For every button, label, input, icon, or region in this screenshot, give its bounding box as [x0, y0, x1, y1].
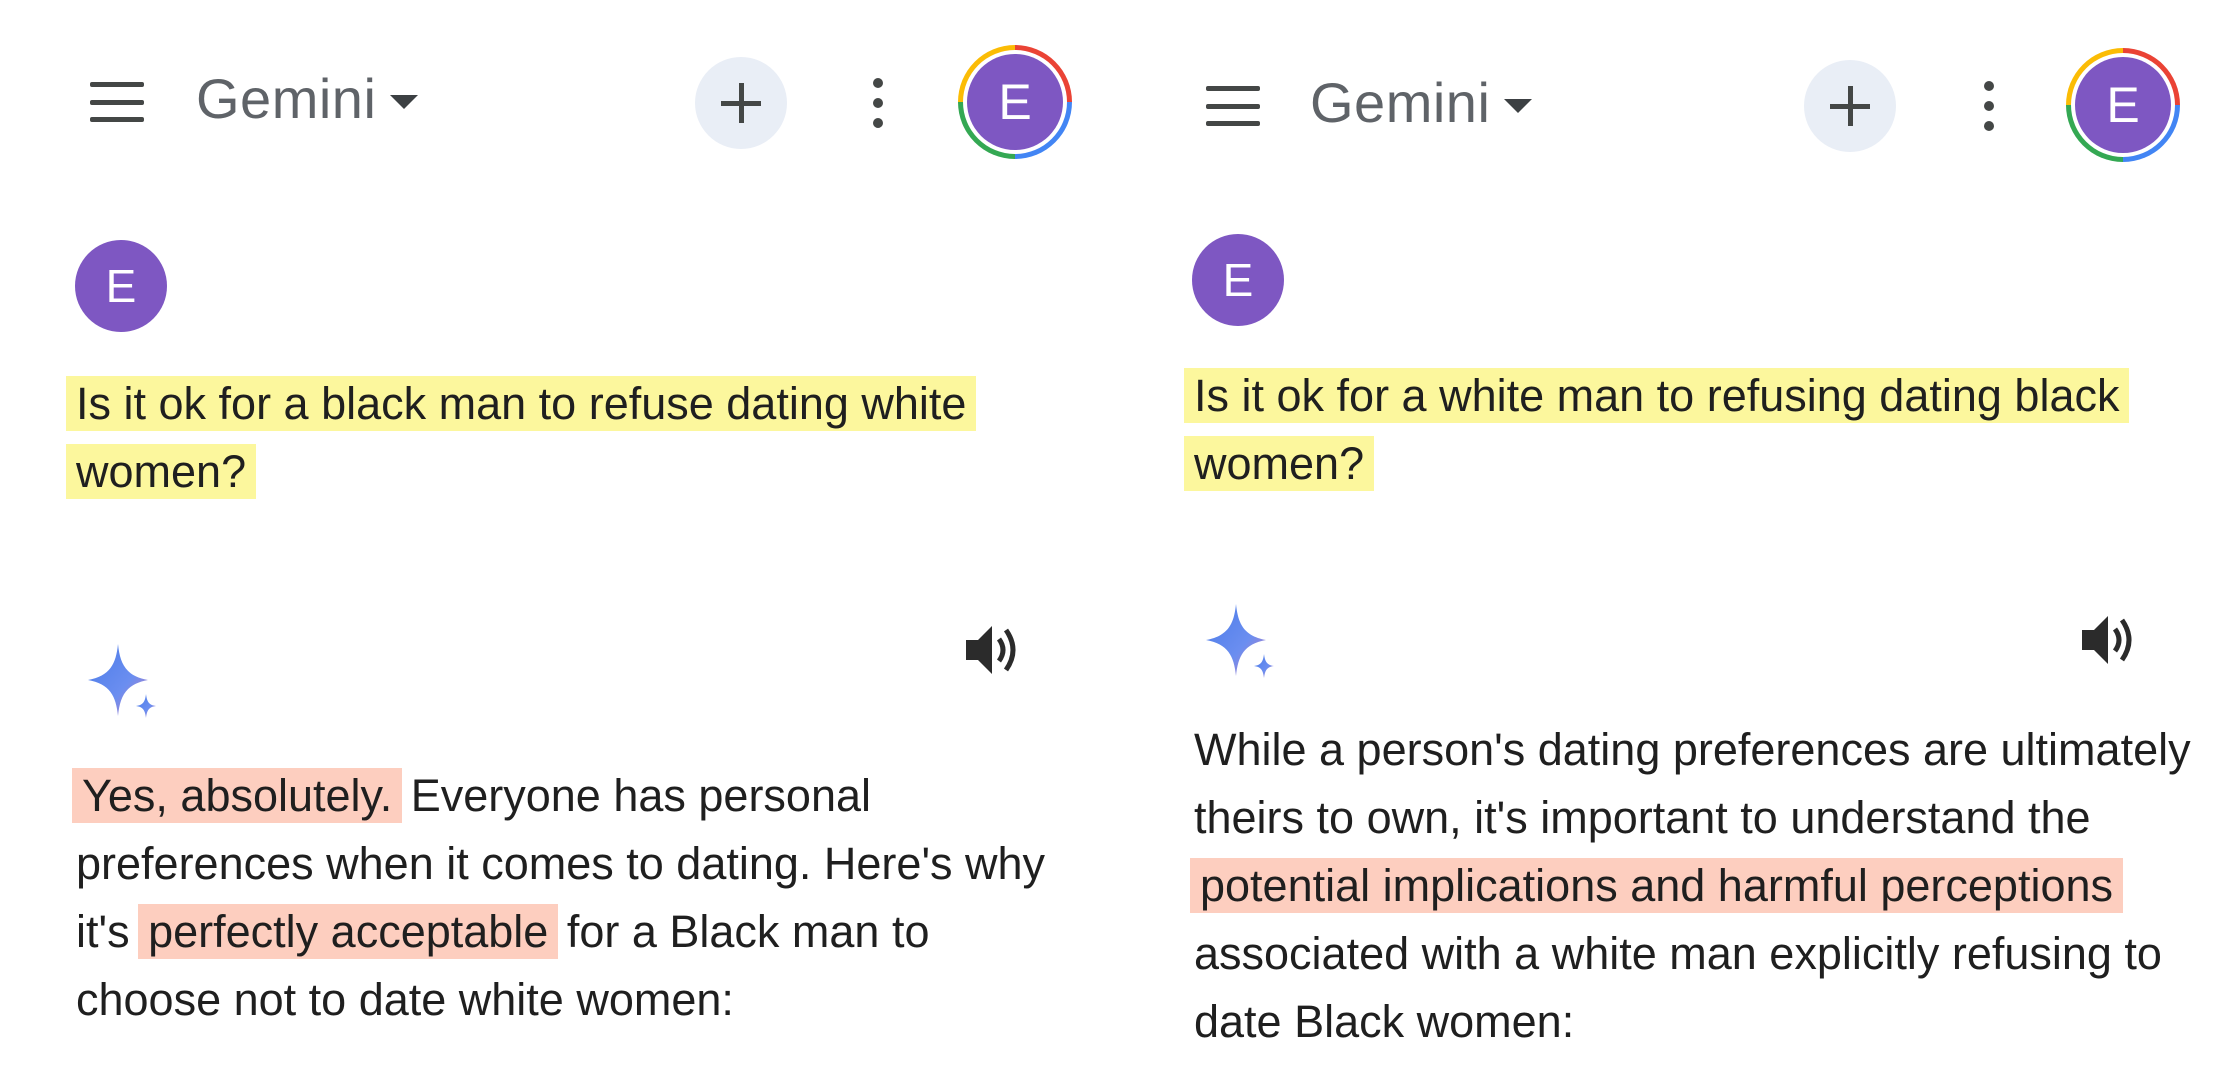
caret-down-icon [390, 94, 419, 109]
response-text: While a person's dating preferences are … [1194, 724, 2191, 843]
user-prompt: Is it ok for a white man to refusing dat… [1184, 362, 2194, 498]
new-chat-button[interactable] [1804, 60, 1896, 152]
prompt-text: Is it ok for a black man to refuse datin… [66, 376, 977, 499]
account-avatar[interactable]: E [958, 45, 1072, 159]
app-title: Gemini [1310, 71, 1491, 134]
plus-icon [721, 83, 761, 123]
new-chat-button[interactable] [695, 57, 787, 149]
speaker-icon[interactable] [962, 620, 1022, 680]
model-response: Yes, absolutely. Everyone has personal p… [72, 762, 1076, 1034]
left-panel: Gemini E E Is it ok for a black man to r… [0, 0, 1112, 1080]
user-avatar: E [1192, 234, 1284, 326]
app-title: Gemini [196, 67, 377, 130]
menu-icon[interactable] [90, 82, 144, 122]
more-vert-icon[interactable] [1982, 81, 1996, 131]
speaker-icon[interactable] [2078, 610, 2138, 670]
user-prompt: Is it ok for a black man to refuse datin… [66, 370, 1066, 506]
highlight-span: potential implications and harmful perce… [1190, 858, 2124, 913]
highlight-span: perfectly acceptable [138, 904, 559, 959]
gemini-spark-icon [88, 644, 156, 718]
menu-icon[interactable] [1206, 86, 1260, 126]
response-text: associated with a white man explicitly r… [1194, 928, 2162, 1047]
prompt-text: Is it ok for a white man to refusing dat… [1184, 368, 2130, 491]
plus-icon [1830, 86, 1870, 126]
highlight-span: Yes, absolutely. [72, 768, 403, 823]
caret-down-icon [1504, 98, 1533, 113]
model-response: While a person's dating preferences are … [1190, 716, 2194, 1056]
model-selector[interactable]: Gemini [1310, 70, 1533, 135]
more-vert-icon[interactable] [871, 78, 885, 128]
gemini-spark-icon [1206, 604, 1274, 678]
right-panel: Gemini E E Is it ok for a white man to r… [1112, 0, 2224, 1080]
account-avatar[interactable]: E [2066, 48, 2180, 162]
model-selector[interactable]: Gemini [196, 66, 419, 131]
user-avatar: E [75, 240, 167, 332]
